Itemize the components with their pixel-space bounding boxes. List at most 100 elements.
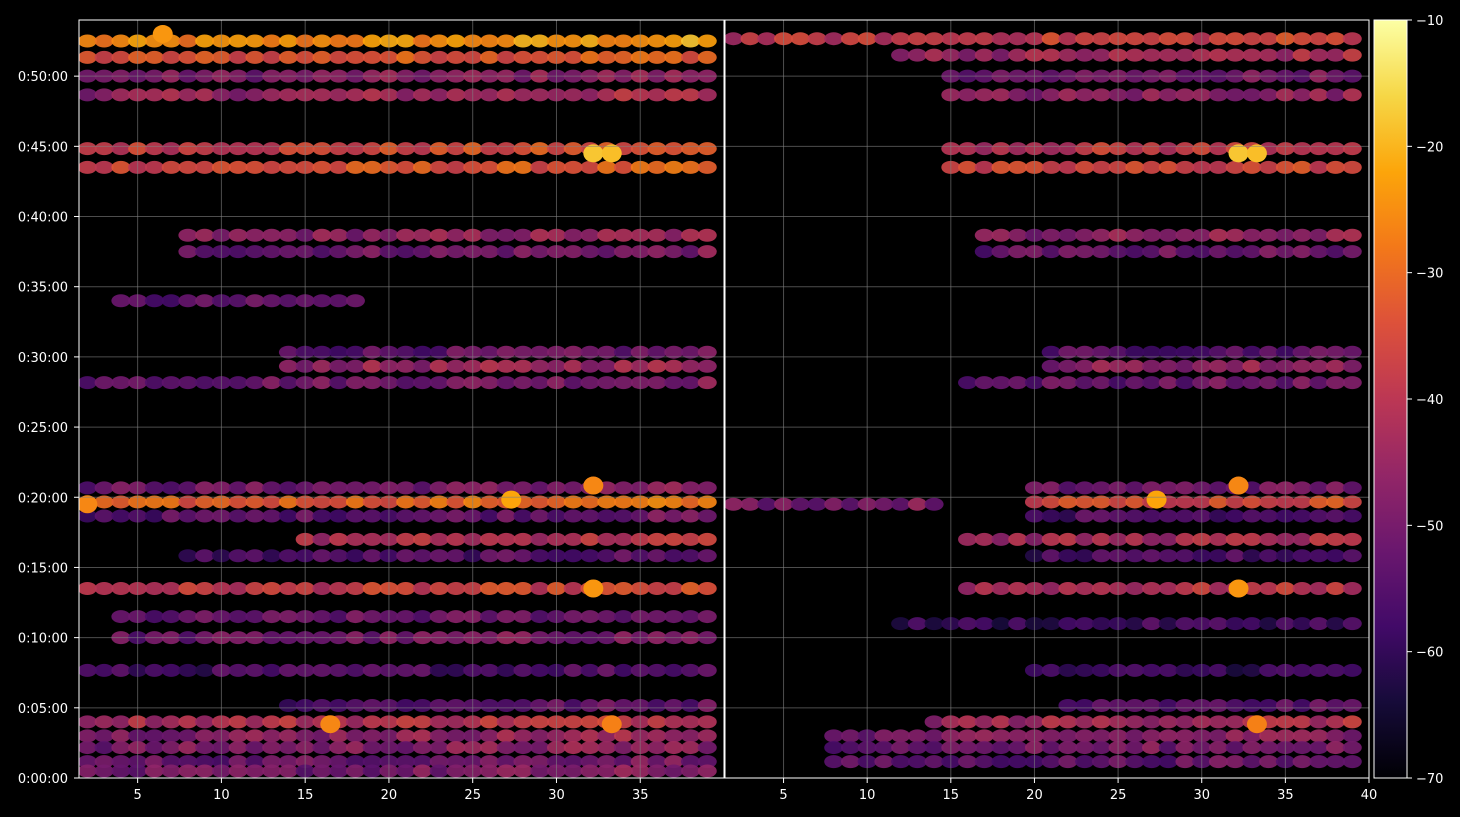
heatmap-cell [1242, 509, 1262, 523]
heatmap-cell [664, 532, 684, 546]
heatmap-cell [1292, 142, 1312, 156]
heatmap-cell [329, 582, 349, 595]
heatmap-cell [178, 50, 198, 64]
heatmap-cell [1175, 582, 1195, 595]
heatmap-cell [580, 549, 600, 563]
heatmap-cell [1142, 663, 1162, 677]
heatmap-cell [479, 532, 499, 546]
heatmap-cell [1292, 481, 1312, 495]
heatmap-cell [824, 32, 844, 46]
heatmap-cell [479, 160, 499, 174]
heatmap-cell [111, 610, 131, 624]
heatmap-cell [1041, 160, 1061, 174]
heatmap-cell [580, 376, 600, 390]
heatmap-cell [94, 481, 114, 495]
hotspot-cell [1228, 144, 1249, 163]
heatmap-cell [1008, 48, 1028, 62]
heatmap-cell [697, 50, 717, 64]
heatmap-cell [1259, 549, 1279, 563]
heatmap-cell [680, 245, 700, 259]
heatmap-cell [1326, 741, 1346, 755]
heatmap-cell [496, 160, 516, 174]
heatmap-cell [1142, 698, 1162, 712]
heatmap-cell [580, 764, 600, 778]
heatmap-cell [396, 741, 416, 755]
heatmap-cell [278, 294, 298, 308]
heatmap-cell [958, 32, 978, 46]
heatmap-cell [680, 88, 700, 102]
heatmap-cell [1259, 32, 1279, 46]
heatmap-cell [1309, 481, 1329, 495]
heatmap-cell [262, 663, 282, 677]
heatmap-cell [412, 741, 432, 755]
heatmap-cell [647, 228, 667, 242]
heatmap-cell [1142, 48, 1162, 62]
heatmap-cell [613, 663, 633, 677]
heatmap-cell [597, 532, 617, 546]
heatmap-cell [1125, 481, 1145, 495]
heatmap-cell [1259, 88, 1279, 102]
heatmap-cell [362, 532, 382, 546]
heatmap-cell [580, 509, 600, 523]
heatmap-cell [345, 34, 365, 48]
heatmap-cell [1326, 532, 1346, 546]
heatmap-cell [245, 228, 265, 242]
heatmap-cell [563, 729, 583, 743]
heatmap-cell [697, 359, 717, 373]
heatmap-cell [647, 715, 667, 729]
heatmap-cell [924, 741, 944, 755]
heatmap-cell [1158, 617, 1178, 631]
plot-area [79, 20, 724, 778]
heatmap-cell [580, 741, 600, 755]
heatmap-cell [1242, 663, 1262, 677]
heatmap-cell [195, 245, 215, 259]
heatmap-cell [195, 729, 215, 743]
heatmap-cell [111, 294, 131, 308]
heatmap-cell [161, 88, 181, 102]
heatmap-cell [429, 764, 449, 778]
heatmap-cell [697, 88, 717, 102]
heatmap-cell [446, 245, 466, 259]
heatmap-cell [446, 160, 466, 174]
x-tick-label: 10 [213, 788, 230, 803]
heatmap-cell [362, 50, 382, 64]
heatmap-cell [412, 481, 432, 495]
heatmap-cell [530, 715, 550, 729]
heatmap-cell [161, 610, 181, 624]
heatmap-cell [1225, 549, 1245, 563]
heatmap-cell [1041, 32, 1061, 46]
heatmap-cell [1158, 48, 1178, 62]
heatmap-cell [1142, 376, 1162, 390]
heatmap-cell [1041, 663, 1061, 677]
heatmap-cell [958, 142, 978, 156]
heatmap-cell [1125, 142, 1145, 156]
heatmap-cell [345, 245, 365, 259]
y-tick-label: 0:25:00 [18, 421, 68, 436]
heatmap-cell [647, 729, 667, 743]
heatmap-cell [479, 142, 499, 156]
x-tick-label: 15 [297, 788, 314, 803]
heatmap-cell [840, 497, 860, 511]
heatmap-cell [697, 509, 717, 523]
heatmap-cell [262, 729, 282, 743]
heatmap-cell [974, 729, 994, 743]
colorbar-tick-label: −70 [1416, 772, 1443, 787]
heatmap-cell [1309, 245, 1329, 259]
heatmap-cell [1342, 481, 1362, 495]
heatmap-cell [530, 142, 550, 156]
heatmap-cell [496, 34, 516, 48]
heatmap-cell [891, 32, 911, 46]
heatmap-cell [840, 741, 860, 755]
heatmap-cell [329, 245, 349, 259]
heatmap-cell [907, 32, 927, 46]
heatmap-cell [396, 509, 416, 523]
heatmap-cell [245, 142, 265, 156]
heatmap-cell [1125, 32, 1145, 46]
heatmap-cell [429, 610, 449, 624]
x-tick-label: 25 [464, 788, 481, 803]
heatmap-cell [1208, 376, 1228, 390]
heatmap-cell [563, 509, 583, 523]
heatmap-cell [958, 88, 978, 102]
heatmap-cell [345, 294, 365, 308]
heatmap-cell [79, 50, 97, 64]
